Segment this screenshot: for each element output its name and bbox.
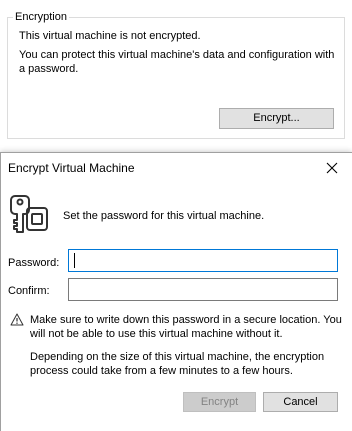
encryption-group-legend: Encryption [13,10,69,24]
confirm-label: Confirm: [8,285,50,297]
dialog-header-text: Set the password for this virtual machin… [63,210,265,222]
dialog-titlebar[interactable]: Encrypt Virtual Machine [1,153,352,183]
text-caret [74,253,75,268]
dialog-title: Encrypt Virtual Machine [8,161,135,175]
encrypt-vm-dialog: Encrypt Virtual Machine Set the password… [0,152,352,431]
confirm-password-field[interactable] [68,278,338,301]
dialog-close-button[interactable] [317,155,347,181]
encryption-description-text: You can protect this virtual machine's d… [19,49,335,75]
duration-info-text: Depending on the size of this virtual ma… [30,351,325,377]
lock-key-icon [10,195,48,233]
password-label: Password: [8,257,60,269]
warning-triangle-icon [10,313,24,326]
encrypt-button[interactable]: Encrypt [183,392,256,412]
warning-text: Make sure to write down this password in… [30,314,342,340]
encryption-status-text: This virtual machine is not encrypted. [19,30,201,42]
open-encrypt-dialog-button[interactable]: Encrypt... [219,108,334,129]
password-field[interactable] [68,249,338,272]
cancel-button[interactable]: Cancel [263,392,338,412]
close-icon [326,162,338,174]
